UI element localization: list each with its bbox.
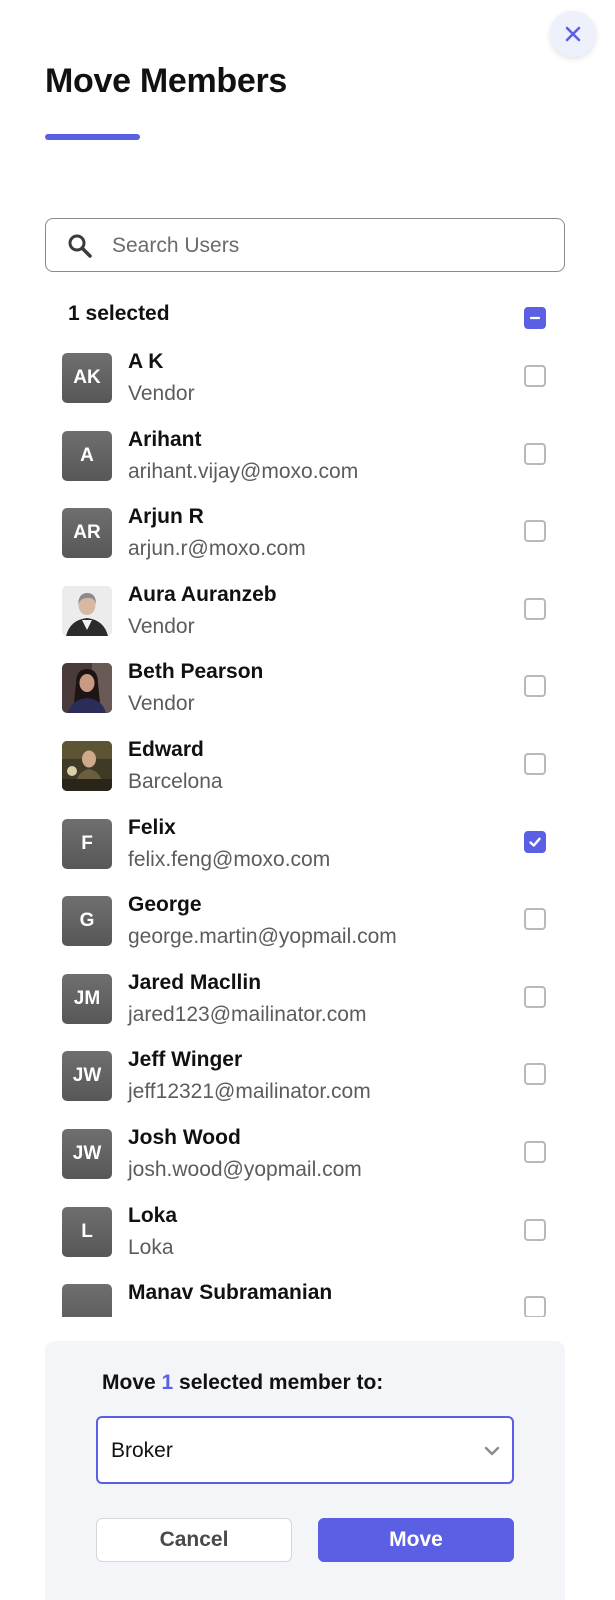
member-name: Arihant [128,428,202,451]
destination-value: Broker [111,1439,173,1462]
dialog-title: Move Members [45,62,288,100]
avatar: A [62,431,112,481]
avatar: AR [62,508,112,558]
avatar: F [62,819,112,869]
member-name: Felix [128,816,176,839]
avatar: JM [62,974,112,1024]
member-subtitle: Loka [128,1236,174,1259]
member-name: Edward [128,738,204,761]
member-name: Loka [128,1204,178,1227]
search-input[interactable] [110,219,554,273]
member-row[interactable]: AR Arjun R arjun.r@moxo.com [45,498,575,577]
member-name: Aura Auranzeb [128,583,277,606]
member-name: Josh Wood [128,1126,241,1149]
avatar [62,1284,112,1317]
move-label: Move 1 selected member to: [102,1371,383,1395]
member-name: A K [128,350,164,373]
member-subtitle: jeff12321@mailinator.com [128,1080,371,1103]
avatar [62,741,112,791]
member-subtitle: george.martin@yopmail.com [128,925,397,948]
member-name: Beth Pearson [128,660,264,683]
move-button[interactable]: Move [318,1518,514,1562]
member-row[interactable]: A Arihant arihant.vijay@moxo.com [45,421,575,500]
avatar: JW [62,1051,112,1101]
member-checkbox[interactable] [524,986,546,1008]
member-name: George [128,893,202,916]
member-name: Jeff Winger [128,1048,243,1071]
member-row[interactable]: L Loka Loka [45,1197,575,1276]
member-row[interactable]: Manav Subramanian [45,1274,575,1317]
member-checkbox[interactable] [524,908,546,930]
cancel-button[interactable]: Cancel [96,1518,292,1562]
member-row[interactable]: Edward Barcelona [45,731,575,810]
checkmark-icon [529,837,541,847]
member-row[interactable]: F Felix felix.feng@moxo.com [45,809,575,888]
member-row[interactable]: JW Josh Wood josh.wood@yopmail.com [45,1119,575,1198]
close-icon [565,26,581,42]
member-list[interactable]: AK A K Vendor A Arihant arihant.vijay@moxo.co… [45,343,575,1317]
member-subtitle: arihant.vijay@moxo.com [128,460,359,483]
search-box[interactable] [45,218,565,273]
member-row[interactable]: JM Jared Macllin jared123@mailinator.com [45,964,575,1043]
selected-count: 1 selected [68,302,170,325]
member-row[interactable]: Beth Pearson Vendor [45,653,575,732]
move-panel: Move 1 selected member to: Broker Cancel… [45,1341,565,1600]
member-checkbox[interactable] [524,675,546,697]
member-subtitle: josh.wood@yopmail.com [128,1158,362,1181]
move-label-suffix: selected member to: [173,1371,384,1394]
member-name: Jared Macllin [128,971,262,994]
move-label-prefix: Move [102,1371,162,1394]
member-checkbox[interactable] [524,753,546,775]
member-subtitle: Vendor [128,615,195,638]
member-subtitle: jared123@mailinator.com [128,1003,367,1026]
avatar [62,586,112,636]
search-icon [68,234,92,258]
move-count: 1 [161,1371,174,1394]
chevron-down-icon [484,1446,500,1456]
member-checkbox[interactable] [524,1141,546,1163]
member-subtitle: Vendor [128,382,195,405]
avatar: JW [62,1129,112,1179]
title-underline [45,134,140,140]
destination-select[interactable]: Broker [96,1416,514,1484]
member-checkbox[interactable] [524,831,546,853]
close-button[interactable] [550,11,596,57]
member-checkbox[interactable] [524,365,546,387]
minus-icon [529,316,541,320]
avatar: L [62,1207,112,1257]
member-checkbox[interactable] [524,598,546,620]
member-row[interactable]: Aura Auranzeb Vendor [45,576,575,655]
member-row[interactable]: AK A K Vendor [45,343,575,422]
member-checkbox[interactable] [524,1219,546,1241]
avatar [62,663,112,713]
member-checkbox[interactable] [524,520,546,542]
member-subtitle: felix.feng@moxo.com [128,848,331,871]
member-subtitle: Barcelona [128,770,223,793]
member-checkbox[interactable] [524,1296,546,1317]
member-checkbox[interactable] [524,1063,546,1085]
member-name: Arjun R [128,505,204,528]
avatar: AK [62,353,112,403]
select-all-checkbox[interactable] [524,307,546,329]
member-row[interactable]: JW Jeff Winger jeff12321@mailinator.com [45,1041,575,1120]
avatar: G [62,896,112,946]
member-name: Manav Subramanian [128,1281,333,1304]
member-subtitle: arjun.r@moxo.com [128,537,306,560]
member-row[interactable]: G George george.martin@yopmail.com [45,886,575,965]
member-checkbox[interactable] [524,443,546,465]
member-subtitle: Vendor [128,692,195,715]
